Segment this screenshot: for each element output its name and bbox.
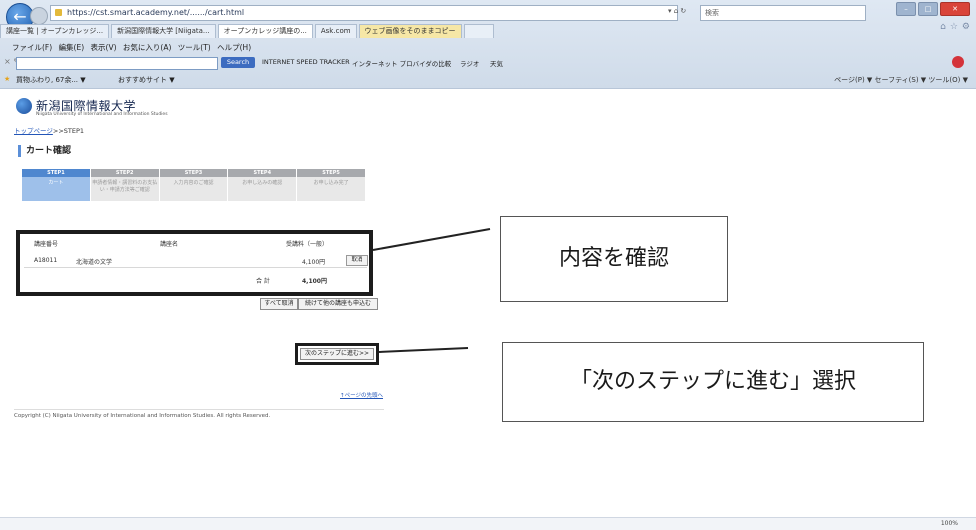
status-bar: 100% (0, 517, 976, 530)
callout-confirm: 内容を確認 (500, 216, 728, 302)
callout-lines (372, 228, 491, 353)
callout-select-next: 「次のステップに進む」選択 (502, 342, 924, 422)
zoom-level[interactable]: 100% (941, 520, 958, 527)
